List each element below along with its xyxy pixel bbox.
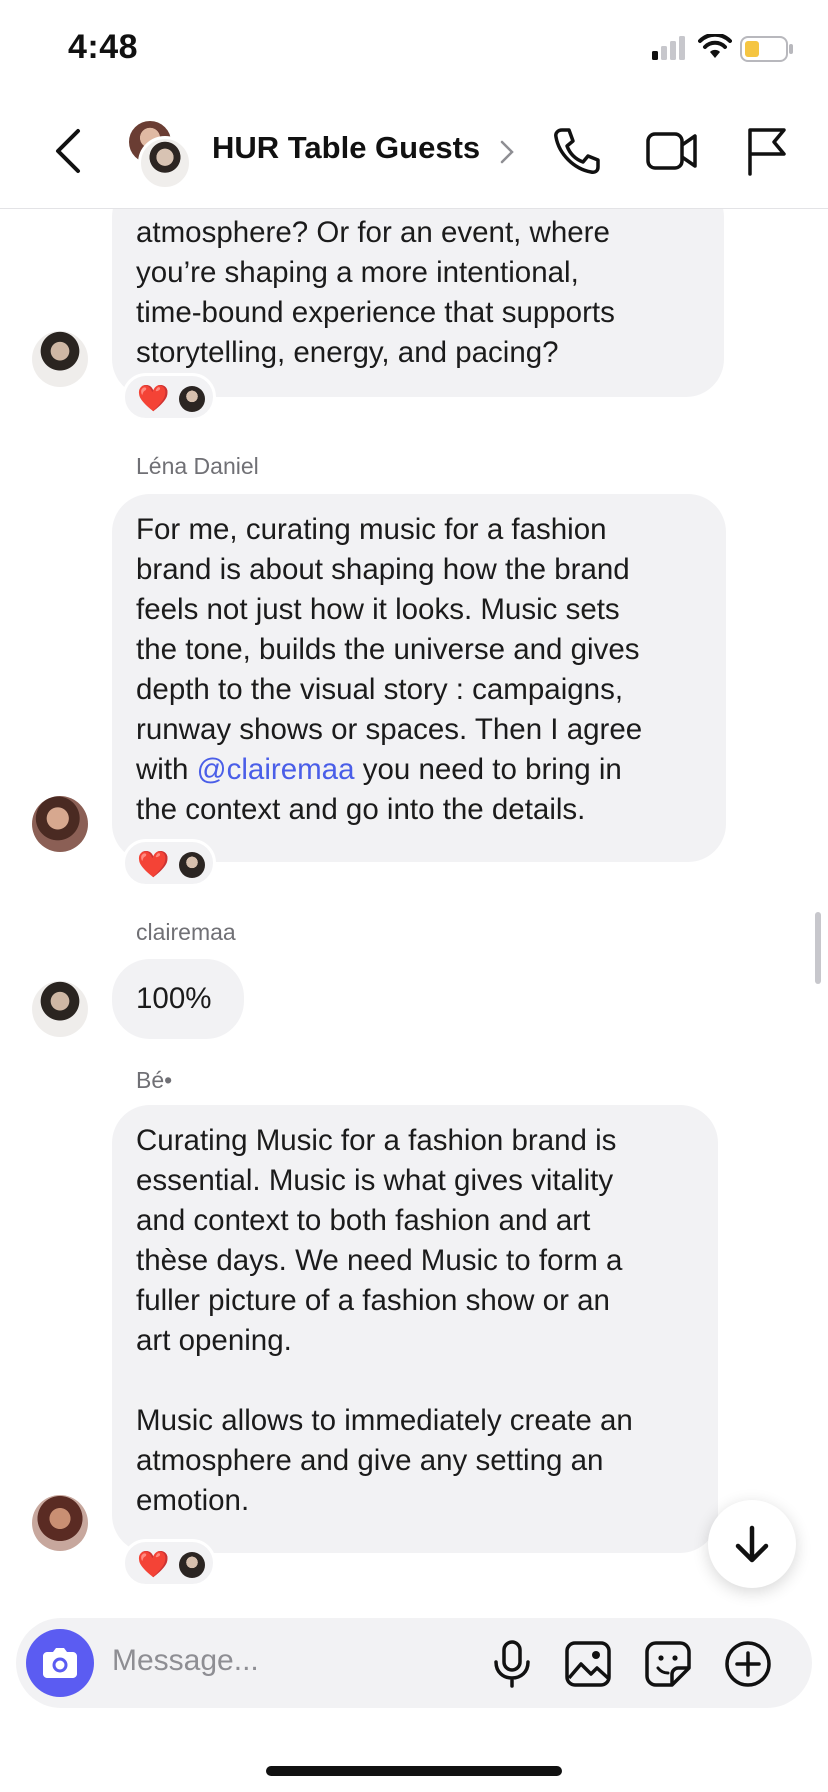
sticker-icon[interactable]	[644, 1640, 692, 1688]
avatar[interactable]	[32, 1495, 88, 1551]
signal-icon	[652, 36, 685, 60]
scroll-to-bottom-button[interactable]	[708, 1500, 796, 1588]
heart-reaction-icon: ❤️	[137, 849, 170, 879]
heart-reaction-icon: ❤️	[137, 1549, 170, 1579]
video-icon[interactable]	[646, 126, 698, 176]
message-text: atmosphere? Or for an event, where you’r…	[136, 216, 615, 369]
reaction-pill[interactable]: ❤️	[122, 1539, 216, 1587]
back-icon[interactable]	[52, 127, 84, 175]
phone-icon[interactable]	[552, 126, 600, 176]
heart-reaction-icon: ❤️	[137, 383, 170, 413]
sender-name: Bé•	[136, 1067, 173, 1093]
message-input[interactable]: Message...	[112, 1644, 259, 1678]
plus-icon[interactable]	[724, 1640, 772, 1688]
flag-icon[interactable]	[744, 126, 788, 176]
avatar[interactable]	[32, 331, 88, 387]
group-avatar[interactable]	[126, 118, 196, 190]
camera-icon	[43, 1648, 77, 1678]
microphone-icon[interactable]	[492, 1640, 532, 1688]
message-bubble[interactable]: Curating Music for a fashion brand is es…	[112, 1105, 718, 1553]
reactor-avatar	[179, 852, 205, 878]
avatar[interactable]	[32, 981, 88, 1037]
sender-name: clairemaa	[136, 919, 236, 945]
group-title[interactable]: HUR Table Guests	[212, 130, 480, 166]
message-text: Curating Music for a fashion brand is es…	[136, 1124, 633, 1517]
message-bubble[interactable]: For me, curating music for a fashion bra…	[112, 494, 726, 862]
message-list[interactable]: atmosphere? Or for an event, where you’r…	[0, 209, 828, 1619]
avatar[interactable]	[32, 796, 88, 852]
home-indicator[interactable]	[266, 1766, 562, 1776]
wifi-icon	[698, 34, 732, 58]
mention-link[interactable]: @clairemaa	[197, 753, 355, 786]
reactor-avatar	[179, 386, 205, 412]
message-text-part: For me, curating music for a fashion bra…	[136, 513, 643, 786]
message-bubble[interactable]: atmosphere? Or for an event, where you’r…	[112, 209, 724, 397]
chevron-right-icon[interactable]	[500, 140, 514, 164]
reaction-pill[interactable]: ❤️	[122, 839, 216, 887]
reaction-pill[interactable]: ❤️	[122, 373, 216, 421]
conversation-header: HUR Table Guests	[0, 100, 828, 209]
status-bar: 4:48	[0, 0, 828, 100]
battery-icon	[740, 36, 793, 62]
member-avatar	[138, 136, 192, 190]
reactor-avatar	[179, 1552, 205, 1578]
status-time: 4:48	[68, 28, 139, 66]
gallery-icon[interactable]	[564, 1640, 612, 1688]
sender-name: Léna Daniel	[136, 453, 259, 479]
message-bubble[interactable]: 100%	[112, 959, 244, 1039]
message-composer: Message...	[16, 1618, 812, 1708]
message-text: For me, curating music for a fashion bra…	[136, 510, 702, 830]
scrollbar[interactable]	[815, 912, 821, 984]
camera-button[interactable]	[26, 1629, 94, 1697]
message-text: 100%	[136, 982, 212, 1015]
arrow-down-icon	[735, 1525, 769, 1563]
